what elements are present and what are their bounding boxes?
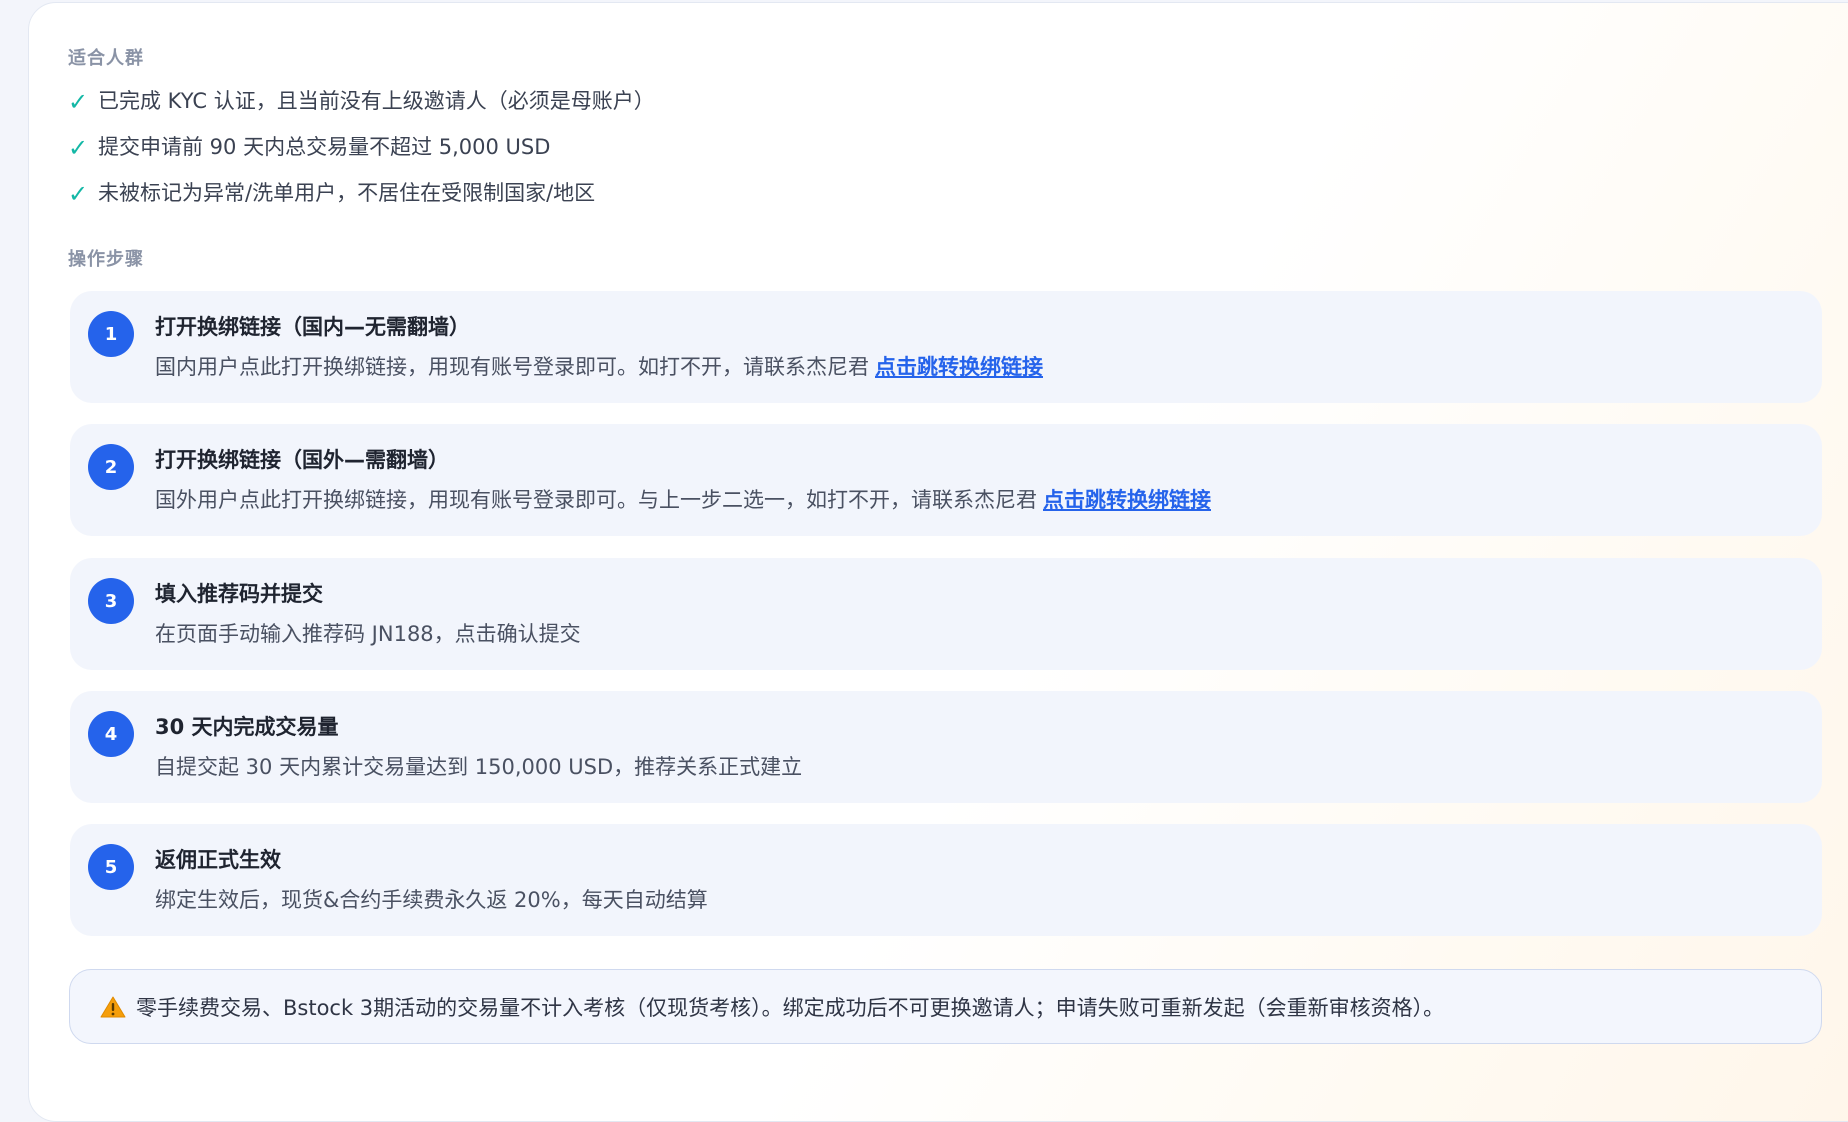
step-title: 打开换绑链接（国内—无需翻墙）	[155, 315, 470, 339]
steps-section-label: 操作步骤	[68, 249, 144, 270]
audience-item: ✓ 未被标记为异常/洗单用户，不居住在受限制国家/地区	[68, 177, 596, 208]
audience-item: ✓ 提交申请前 90 天内总交易量不超过 5,000 USD	[68, 131, 551, 162]
notice-text: 零手续费交易、Bstock 3期活动的交易量不计入考核（仅现货考核）。绑定成功后…	[136, 995, 1445, 1020]
audience-item-text: 未被标记为异常/洗单用户，不居住在受限制国家/地区	[98, 181, 596, 205]
step-number-badge: 3	[88, 578, 134, 624]
audience-item: ✓ 已完成 KYC 认证，且当前没有上级邀请人（必须是母账户）	[68, 85, 655, 116]
check-icon: ✓	[68, 88, 89, 116]
step-number-badge: 2	[88, 444, 134, 490]
audience-item-text: 提交申请前 90 天内总交易量不超过 5,000 USD	[98, 135, 551, 159]
step-description: 在页面手动输入推荐码 JN188，点击确认提交	[155, 622, 581, 646]
step-title: 30 天内完成交易量	[155, 715, 339, 739]
step-description: 绑定生效后，现货&合约手续费永久返 20%，每天自动结算	[155, 888, 708, 912]
step-card-4: 4 30 天内完成交易量 自提交起 30 天内累计交易量达到 150,000 U…	[70, 691, 1822, 803]
step-description: 国内用户点此打开换绑链接，用现有账号登录即可。如打不开，请联系杰尼君 点击跳转换绑…	[155, 351, 1043, 381]
step-card-2: 2 打开换绑链接（国外—需翻墙） 国外用户点此打开换绑链接，用现有账号登录即可。…	[70, 424, 1822, 536]
domestic-rebind-link[interactable]: 点击跳转换绑链接	[875, 355, 1043, 379]
step-description: 国外用户点此打开换绑链接，用现有账号登录即可。与上一步二选一，如打不开，请联系杰…	[155, 484, 1211, 514]
step-number-badge: 4	[88, 711, 134, 757]
step-card-5: 5 返佣正式生效 绑定生效后，现货&合约手续费永久返 20%，每天自动结算	[70, 824, 1822, 936]
step-card-1: 1 打开换绑链接（国内—无需翻墙） 国内用户点此打开换绑链接，用现有账号登录即可…	[70, 291, 1822, 403]
step-number-badge: 1	[88, 311, 134, 357]
step-description-text: 国内用户点此打开换绑链接，用现有账号登录即可。如打不开，请联系杰尼君	[155, 355, 869, 379]
audience-section-label: 适合人群	[68, 48, 144, 69]
step-number-badge: 5	[88, 844, 134, 890]
step-description-text: 国外用户点此打开换绑链接，用现有账号登录即可。与上一步二选一，如打不开，请联系杰…	[155, 488, 1037, 512]
step-card-3: 3 填入推荐码并提交 在页面手动输入推荐码 JN188，点击确认提交	[70, 558, 1822, 670]
step-title: 填入推荐码并提交	[155, 582, 323, 606]
audience-item-text: 已完成 KYC 认证，且当前没有上级邀请人（必须是母账户）	[98, 89, 655, 113]
overseas-rebind-link[interactable]: 点击跳转换绑链接	[1043, 488, 1211, 512]
notice-banner: 零手续费交易、Bstock 3期活动的交易量不计入考核（仅现货考核）。绑定成功后…	[69, 969, 1822, 1044]
check-icon: ✓	[68, 134, 89, 162]
warning-icon	[100, 996, 126, 1017]
step-title: 返佣正式生效	[155, 848, 281, 872]
step-description: 自提交起 30 天内累计交易量达到 150,000 USD，推荐关系正式建立	[155, 755, 803, 779]
step-title: 打开换绑链接（国外—需翻墙）	[155, 448, 449, 472]
check-icon: ✓	[68, 180, 89, 208]
